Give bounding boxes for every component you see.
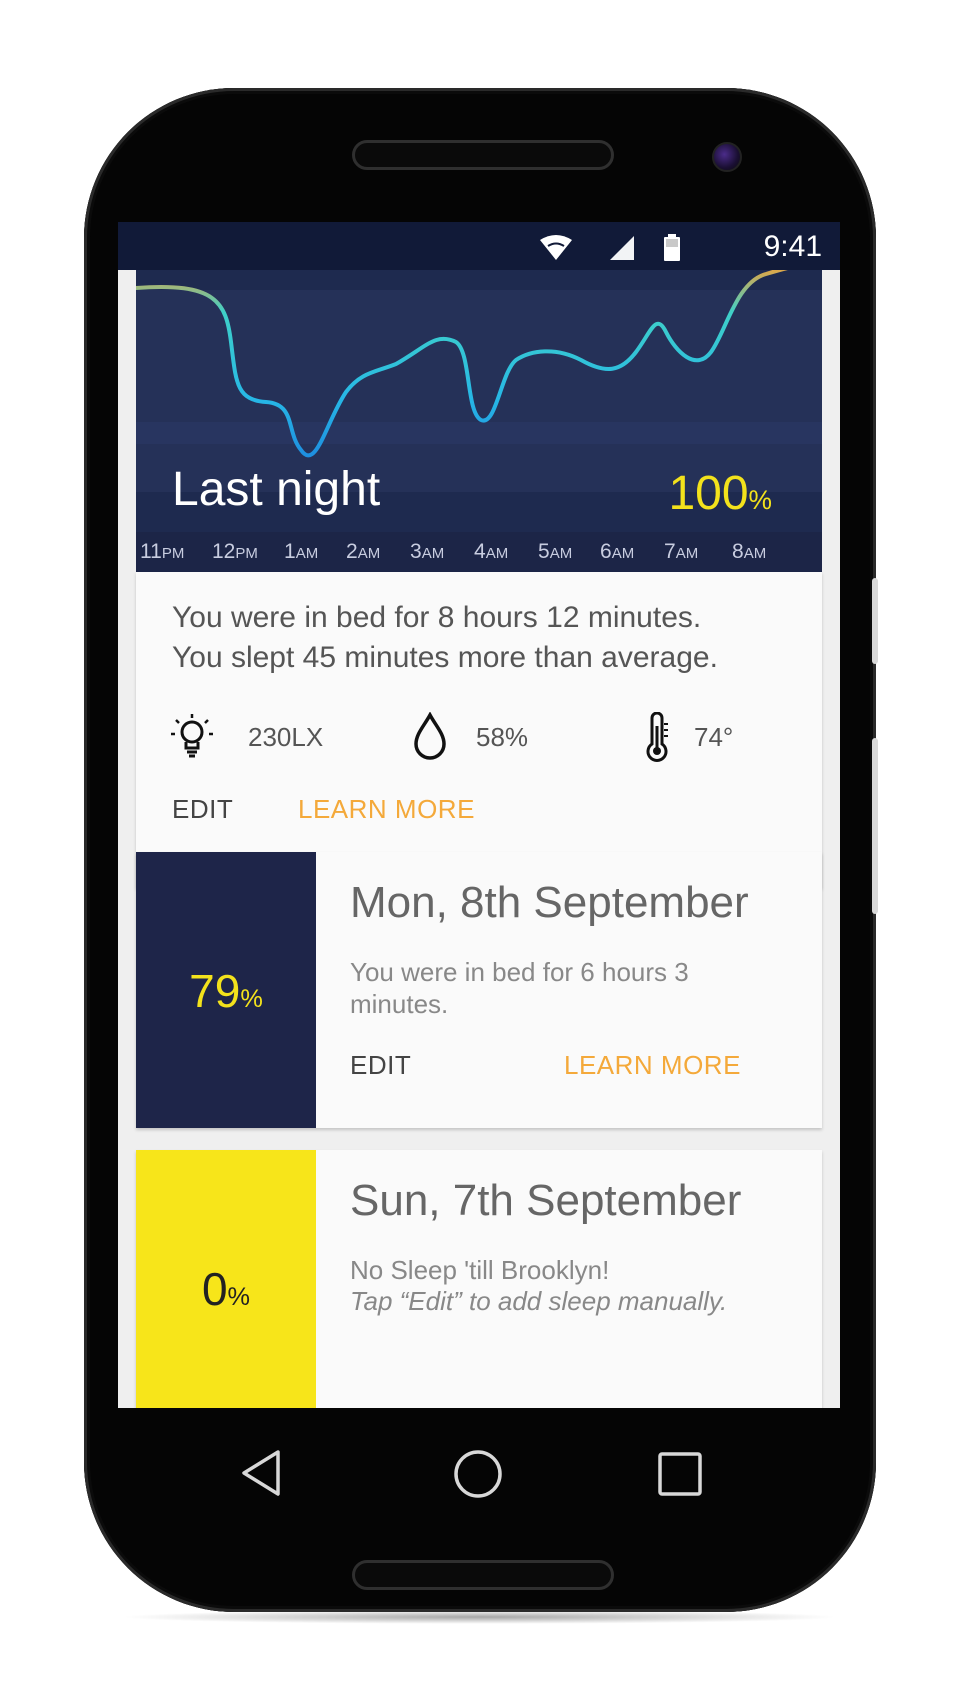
- day-hint: Tap “Edit” to add sleep manually.: [350, 1286, 728, 1316]
- top-speaker: [352, 140, 614, 170]
- cell-signal-icon: [610, 236, 634, 260]
- axis-tick: 8AM: [732, 540, 767, 563]
- wifi-icon: [540, 235, 572, 260]
- day-description: You were in bed for 6 hours 3 minutes.: [350, 957, 689, 1019]
- power-button: [872, 738, 878, 914]
- water-drop-icon: [414, 712, 446, 760]
- time-axis: 11PM 12PM 1AM 2AM 3AM 4AM 5AM 6AM 7AM 8A…: [136, 532, 822, 572]
- front-camera: [712, 142, 742, 172]
- bottom-speaker: [352, 1560, 614, 1590]
- day-card-mon-8-sep[interactable]: 79% Mon, 8th September You were in bed f…: [136, 852, 822, 1128]
- hero-title: Last night: [172, 463, 381, 516]
- edit-button[interactable]: EDIT: [172, 794, 233, 825]
- axis-tick: 5AM: [538, 540, 573, 563]
- humidity-value: 58%: [476, 722, 529, 752]
- axis-tick: 3AM: [410, 540, 445, 563]
- thermometer-icon: [646, 712, 668, 762]
- day-score-panel: 0%: [136, 1150, 316, 1408]
- edit-button[interactable]: EDIT: [350, 1050, 411, 1081]
- day-score: 79%: [189, 965, 263, 1017]
- light-value: 230LX: [248, 722, 324, 752]
- lightbulb-icon: [171, 714, 213, 758]
- day-score: 0%: [201, 1263, 251, 1315]
- learn-more-button[interactable]: LEARN MORE: [564, 1050, 741, 1081]
- axis-tick: 6AM: [600, 540, 635, 563]
- home-icon[interactable]: [452, 1448, 504, 1500]
- phone-shadow: [120, 1610, 840, 1624]
- day-title: Mon, 8th September: [350, 878, 749, 927]
- status-time: 9:41: [763, 230, 822, 263]
- back-icon[interactable]: [238, 1448, 284, 1498]
- hero-score: 100%: [668, 467, 772, 520]
- status-bar: 9:41: [118, 222, 840, 270]
- axis-tick: 7AM: [664, 540, 699, 563]
- axis-tick: 4AM: [474, 540, 509, 563]
- app-screen: 9:41 Last night 100% 11PM 12PM 1AM 2AM 3…: [118, 222, 840, 1408]
- navigation-bar: [118, 1408, 840, 1538]
- axis-tick: 12PM: [212, 540, 258, 563]
- volume-button: [872, 578, 878, 664]
- axis-tick: 1AM: [284, 540, 319, 563]
- axis-tick: 2AM: [346, 540, 381, 563]
- temperature-value: 74°: [694, 722, 734, 752]
- summary-line-bed-time: You were in bed for 8 hours 12 minutes.: [172, 601, 702, 634]
- learn-more-button[interactable]: LEARN MORE: [298, 794, 475, 825]
- sleep-graph-hero: Last night 100% 11PM 12PM 1AM 2AM 3AM 4A…: [136, 222, 822, 572]
- battery-icon: [664, 234, 680, 261]
- day-score-panel: 79%: [136, 852, 316, 1128]
- day-title: Sun, 7th September: [350, 1176, 742, 1225]
- last-night-summary-card: You were in bed for 8 hours 12 minutes. …: [136, 572, 822, 888]
- axis-tick: 11PM: [140, 540, 185, 563]
- summary-text: You were in bed for 8 hours 12 minutes. …: [172, 598, 718, 678]
- day-description: No Sleep 'till Brooklyn!: [350, 1255, 610, 1285]
- day-card-sun-7-sep[interactable]: 0% Sun, 7th September No Sleep 'till Bro…: [136, 1150, 822, 1408]
- status-icons: [540, 234, 680, 261]
- recents-icon[interactable]: [656, 1450, 704, 1498]
- summary-line-comparison: You slept 45 minutes more than average.: [172, 641, 718, 674]
